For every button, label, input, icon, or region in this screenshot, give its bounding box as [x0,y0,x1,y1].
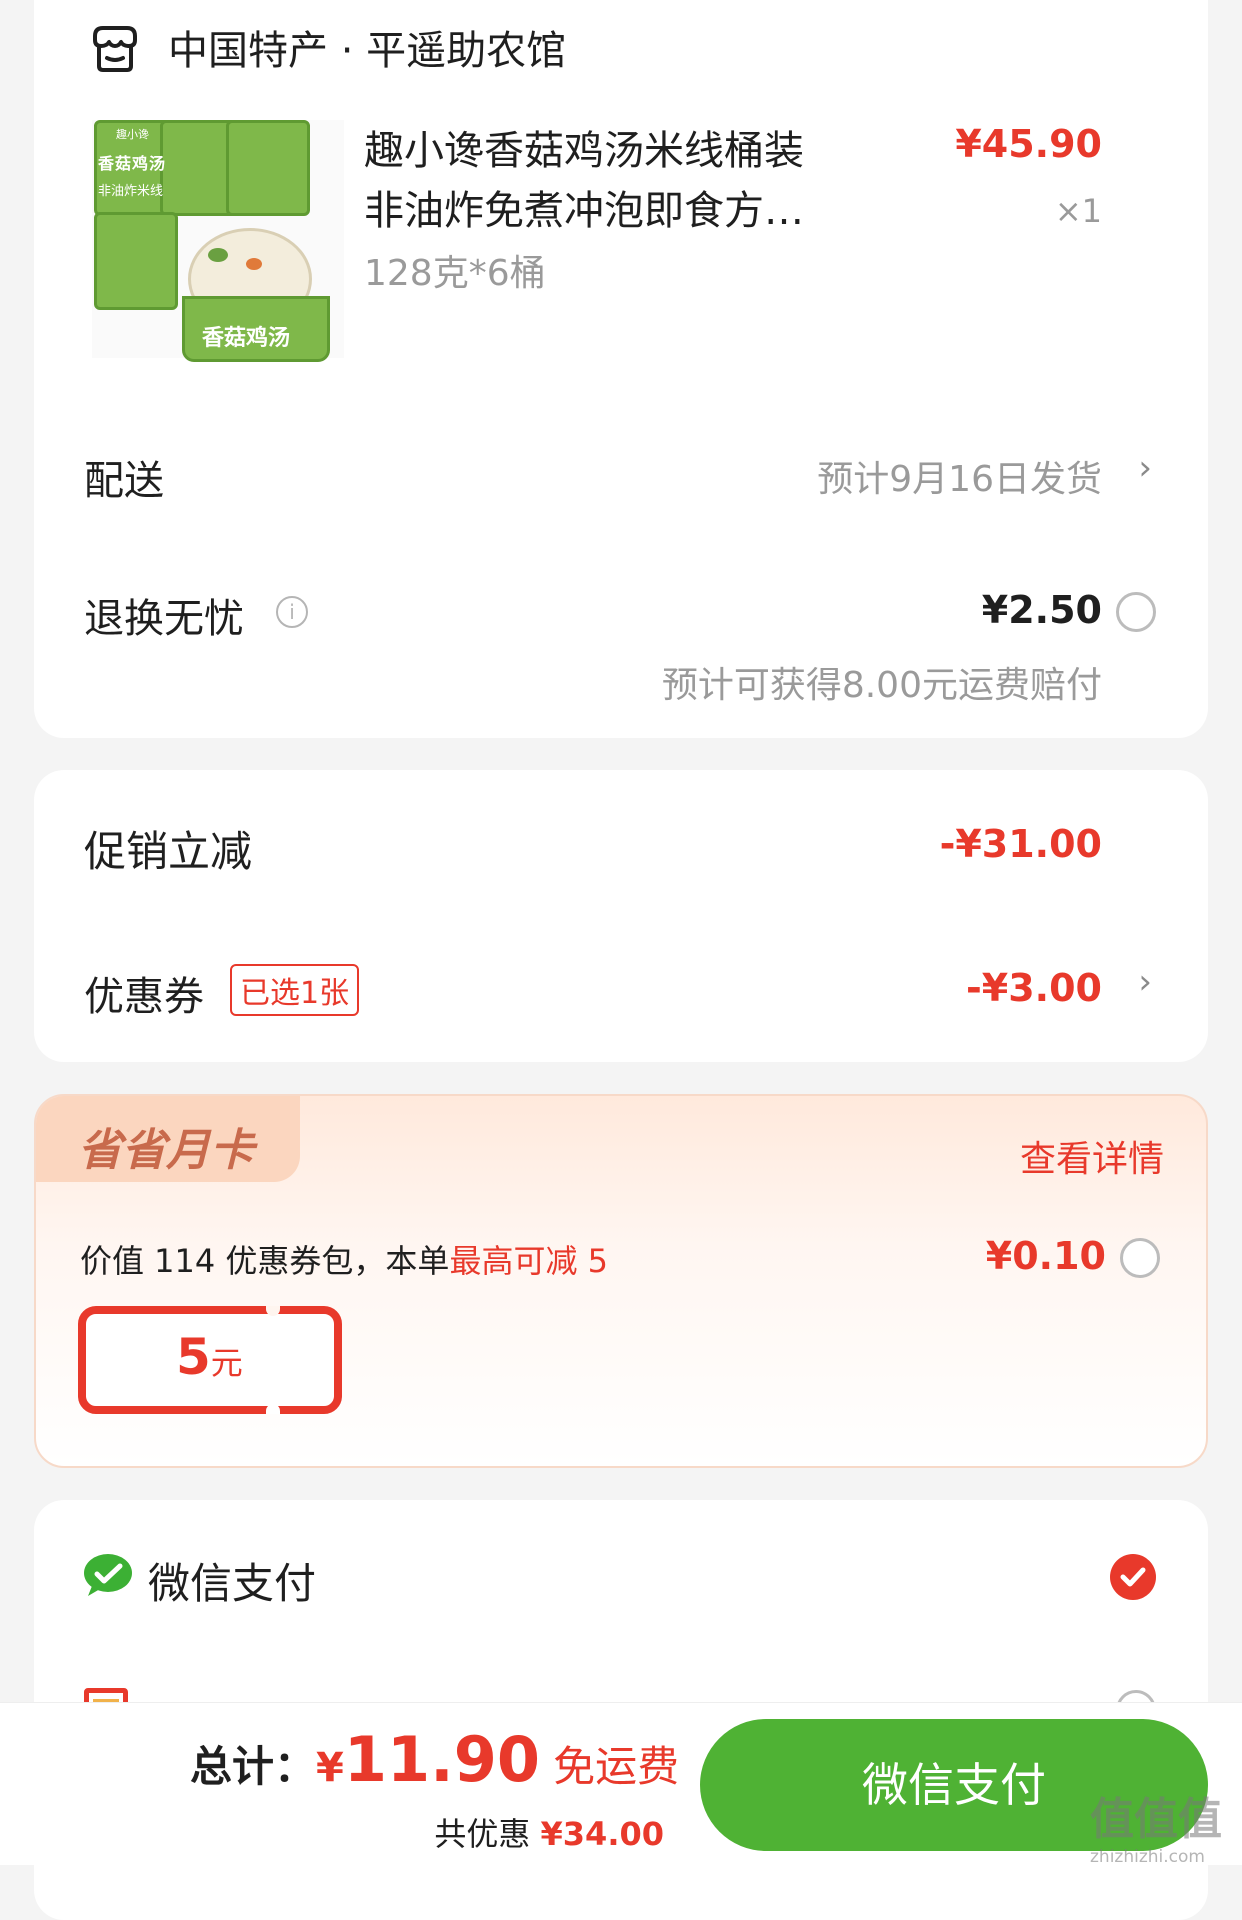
month-card-radio[interactable] [1120,1238,1160,1278]
pay-button-label: 微信支付 [862,1758,1046,1812]
month-card-desc-prefix: 价值 114 优惠券包，本单 [80,1242,450,1280]
coupon-badge[interactable]: 已选1张 [230,964,360,1016]
month-card-desc: 价值 114 优惠券包，本单最高可减 5 [80,1236,608,1282]
coupon-chevron-icon[interactable]: › [1138,962,1152,1002]
product-spec: 128克*6桶 [364,253,546,294]
return-insurance-price: ¥2.50 [981,588,1102,632]
coupon-value[interactable]: -¥3.00 [966,966,1102,1010]
month-card-title: 省省月卡 [78,1125,254,1176]
total-amount: 11.90 [343,1723,540,1796]
watermark: 值值值 zhizhizhi.com [1090,1783,1222,1867]
order-card: 中国特产 · 平遥助农馆 香菇鸡汤 非油炸米线 趣小谗 香菇鸡汤 趣小谗香菇鸡汤… [34,0,1208,738]
product-quantity: ×1 [1054,192,1102,230]
shop-name[interactable]: 中国特产 · 平遥助农馆 [168,18,566,76]
product-image-brand: 趣小谗 [116,128,149,141]
month-card-voucher: 5元 [78,1306,342,1414]
month-card: 省省月卡 查看详情 价值 114 优惠券包，本单最高可减 5 ¥0.10 5元 [34,1094,1208,1468]
month-card-price: ¥0.10 [985,1234,1106,1278]
coupon-label: 优惠券 [84,974,204,1020]
month-card-details-link[interactable]: 查看详情 [1020,1130,1164,1182]
product-image-text: 香菇鸡汤 [98,154,167,173]
promo-value: -¥31.00 [939,822,1102,866]
free-shipping-label: 免运费 [553,1742,680,1791]
month-card-desc-highlight: 最高可减 5 [449,1242,608,1280]
product-price: ¥45.90 [955,122,1102,166]
total-row: 总计：¥11.90 免运费 [190,1723,679,1796]
saved-row: 共优惠 ¥34.00 [434,1809,664,1855]
product-image[interactable]: 香菇鸡汤 非油炸米线 趣小谗 香菇鸡汤 [92,120,344,362]
wechat-pay-icon [82,1552,134,1602]
return-insurance-radio[interactable] [1116,592,1156,632]
product-title-line1[interactable]: 趣小谗香菇鸡汤米线桶装 [364,118,804,176]
store-icon [89,22,141,78]
discount-card: 促销立减 -¥31.00 优惠券 已选1张 -¥3.00 › [34,770,1208,1062]
voucher-amount: 5 [176,1328,211,1386]
voucher-unit: 元 [210,1344,243,1382]
wechat-pay-label[interactable]: 微信支付 [148,1550,316,1611]
delivery-label: 配送 [84,458,164,504]
watermark-text: 值值值 [1090,1794,1222,1845]
info-icon[interactable]: i [276,596,308,628]
promo-label: 促销立减 [84,827,253,876]
total-currency: ¥ [316,1745,344,1791]
delivery-chevron-icon[interactable]: › [1138,448,1152,488]
product-title-line2[interactable]: 非油炸免煮冲泡即食方… [364,178,804,236]
total-label: 总计： [190,1742,317,1791]
watermark-url: zhizhizhi.com [1090,1847,1205,1867]
saved-label: 共优惠 [434,1815,531,1853]
product-image-subtext: 非油炸米线 [98,184,164,199]
return-insurance-label: 退换无忧 [84,596,244,642]
product-image-cup-label: 香菇鸡汤 [202,326,291,351]
delivery-value[interactable]: 预计9月16日发货 [817,450,1102,502]
wechat-pay-selected-icon[interactable] [1110,1554,1156,1600]
return-insurance-note: 预计可获得8.00元运费赔付 [661,665,1102,706]
saved-amount: ¥34.00 [540,1815,664,1853]
checkout-bar: 总计：¥11.90 免运费 共优惠 ¥34.00 微信支付 值值值 zhizhi… [0,1702,1242,1867]
